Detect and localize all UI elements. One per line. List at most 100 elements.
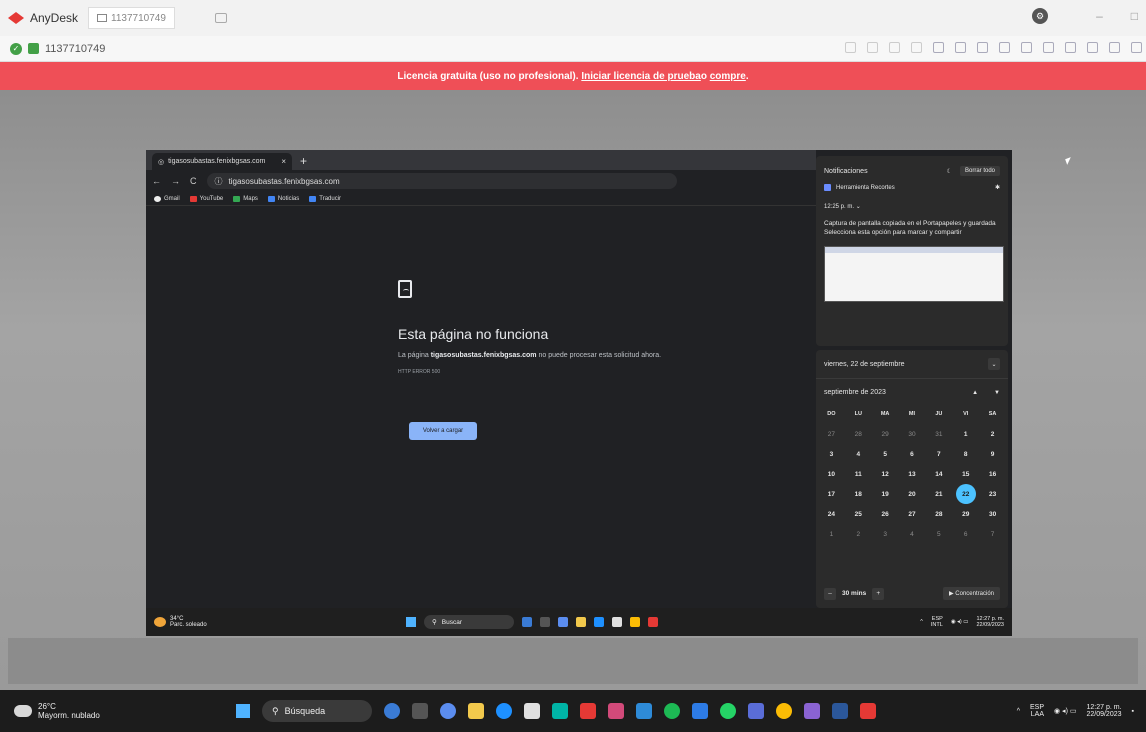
maximize-button[interactable]: □ <box>1131 9 1138 23</box>
remote-language[interactable]: ESP INTL <box>931 616 943 628</box>
calendar-day[interactable]: 4 <box>899 524 926 544</box>
increase-focus-button[interactable]: + <box>872 587 885 600</box>
local-language[interactable]: ESP LAA <box>1030 704 1044 718</box>
calendar-day[interactable]: 13 <box>899 464 926 484</box>
mcafee-icon[interactable] <box>580 703 596 719</box>
forward-button[interactable]: → <box>171 176 180 186</box>
photos-icon[interactable] <box>608 703 624 719</box>
calendar-day[interactable]: 2 <box>979 424 1006 444</box>
calendar-day[interactable]: 30 <box>899 424 926 444</box>
calendar-day[interactable]: 14 <box>925 464 952 484</box>
screenshot-thumbnail[interactable] <box>824 245 1004 302</box>
screenshot-icon[interactable] <box>1065 42 1076 53</box>
remote-search-box[interactable]: ⚲ Buscar <box>424 615 514 629</box>
calendar-day[interactable]: 25 <box>845 504 872 524</box>
calendar-day[interactable]: 26 <box>872 504 899 524</box>
calendar-day-today[interactable]: 22 <box>952 484 979 504</box>
show-hidden-icons-icon[interactable]: ^ <box>920 619 923 625</box>
anydesk-app-icon[interactable] <box>648 617 658 627</box>
calendar-day[interactable]: 21 <box>925 484 952 504</box>
previous-month-icon[interactable]: ▲ <box>972 390 978 396</box>
store-icon[interactable] <box>524 703 540 719</box>
calendar-day[interactable]: 2 <box>845 524 872 544</box>
task-view-icon[interactable] <box>540 617 550 627</box>
copilot-icon[interactable] <box>522 617 532 627</box>
pin-icon[interactable]: ✱ <box>995 184 1000 191</box>
do-not-disturb-icon[interactable]: ☾ <box>947 168 952 175</box>
calendar-day[interactable]: 17 <box>818 484 845 504</box>
favorite-star-icon[interactable] <box>911 42 922 53</box>
app-icon[interactable] <box>804 703 820 719</box>
switch-monitor-icon[interactable] <box>977 42 988 53</box>
clear-all-button[interactable]: Borrar todo <box>959 166 1000 176</box>
close-tab-icon[interactable]: × <box>281 157 286 166</box>
network-volume-icons[interactable]: ◉ ◂) ▭ <box>951 619 969 625</box>
remote-weather-widget[interactable]: 34°C Parc. soleado <box>146 616 406 628</box>
network-volume-battery-icons[interactable]: ◉ ◂) ▭ <box>1054 707 1076 715</box>
bookmark-gmail[interactable]: Gmail <box>154 195 180 202</box>
vscode-icon[interactable] <box>636 703 652 719</box>
chrome-icon[interactable] <box>630 617 640 627</box>
file-explorer-icon[interactable] <box>576 617 586 627</box>
spotify-icon[interactable] <box>664 703 680 719</box>
local-clock[interactable]: 12:27 p. m. 22/09/2023 <box>1086 704 1121 718</box>
calendar-day[interactable]: 6 <box>952 524 979 544</box>
calendar-day[interactable]: 31 <box>925 424 952 444</box>
reload-page-button[interactable]: Volver a cargar <box>409 422 477 440</box>
display-icon[interactable] <box>955 42 966 53</box>
minimize-button[interactable]: – <box>1096 9 1103 23</box>
libreoffice-icon[interactable] <box>552 703 568 719</box>
settings-icon[interactable]: ⚙ <box>1032 8 1049 24</box>
calendar-day[interactable]: 28 <box>845 424 872 444</box>
remote-clock[interactable]: 12:27 p. m. 22/09/2023 <box>976 616 1004 628</box>
notepad-icon[interactable] <box>692 703 708 719</box>
calendar-day[interactable]: 4 <box>845 444 872 464</box>
calendar-day[interactable]: 18 <box>845 484 872 504</box>
calendar-day[interactable]: 5 <box>872 444 899 464</box>
record-icon[interactable] <box>1087 42 1098 53</box>
bookmark-noticias[interactable]: Noticias <box>267 195 299 202</box>
whiteboard-pen-icon[interactable] <box>1109 42 1120 53</box>
actions-lightning-icon[interactable] <box>1021 42 1032 53</box>
edge-icon[interactable] <box>594 617 604 627</box>
calendar-day[interactable]: 29 <box>952 504 979 524</box>
chat-app-icon[interactable] <box>558 617 568 627</box>
calendar-day[interactable]: 29 <box>872 424 899 444</box>
word-icon[interactable] <box>832 703 848 719</box>
start-focus-button[interactable]: ▶ Concentración <box>943 587 1000 600</box>
calendar-day[interactable]: 11 <box>845 464 872 484</box>
calendar-day[interactable]: 16 <box>979 464 1006 484</box>
calendar-day[interactable]: 7 <box>925 444 952 464</box>
edge-icon[interactable] <box>496 703 512 719</box>
text-chat-icon[interactable] <box>999 42 1010 53</box>
site-info-icon[interactable]: ⓘ <box>215 176 223 187</box>
calendar-day[interactable]: 1 <box>952 424 979 444</box>
calendar-day[interactable]: 3 <box>872 524 899 544</box>
calendar-day[interactable]: 10 <box>818 464 845 484</box>
calendar-day[interactable]: 7 <box>979 524 1006 544</box>
calendar-day[interactable]: 27 <box>899 504 926 524</box>
trial-license-link[interactable]: Iniciar licencia de prueba <box>581 71 701 82</box>
calendar-day[interactable]: 9 <box>979 444 1006 464</box>
copilot-icon[interactable] <box>384 703 400 719</box>
collapse-calendar-icon[interactable]: ⌄ <box>988 358 1000 370</box>
calendar-day[interactable]: 15 <box>952 464 979 484</box>
windows-start-icon[interactable] <box>406 617 416 627</box>
remote-screen[interactable]: ◎ tigasosubastas.fenixbgsas.com × + ← → … <box>146 150 1012 636</box>
calendar-day[interactable]: 30 <box>979 504 1006 524</box>
local-weather-widget[interactable]: 26°C Mayorm. nublado <box>0 702 236 720</box>
task-view-icon[interactable] <box>412 703 428 719</box>
bookmark-maps[interactable]: Maps <box>233 195 258 202</box>
menu-icon[interactable] <box>1131 42 1142 53</box>
permissions-icon[interactable] <box>933 42 944 53</box>
notification-time[interactable]: 12:25 p. m. ⌄ <box>816 193 1008 216</box>
calendar-day[interactable]: 19 <box>872 484 899 504</box>
bookmark-youtube[interactable]: YouTube <box>189 195 223 202</box>
notification-card[interactable]: Captura de pantalla copiada en el Portap… <box>816 216 1008 242</box>
file-transfer-icon[interactable] <box>867 42 878 53</box>
calendar-day[interactable]: 27 <box>818 424 845 444</box>
browser-tab[interactable]: ◎ tigasosubastas.fenixbgsas.com × <box>152 153 292 170</box>
anydesk-app-icon[interactable] <box>860 703 876 719</box>
decrease-focus-button[interactable]: – <box>824 587 836 600</box>
calendar-day[interactable]: 20 <box>899 484 926 504</box>
